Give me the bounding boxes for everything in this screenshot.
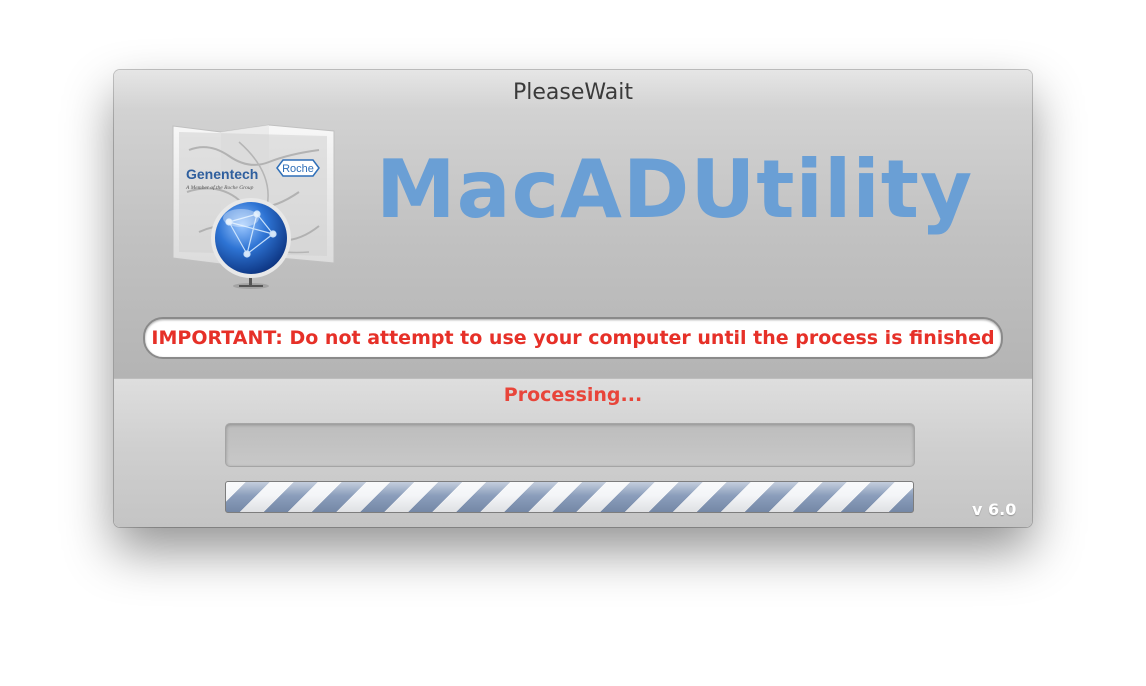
svg-text:Roche: Roche [282, 163, 314, 175]
important-warning-banner: IMPORTANT: Do not attempt to use your co… [143, 317, 1003, 359]
app-name-title: MacADUtility [376, 143, 974, 236]
window-title: PleaseWait [513, 80, 633, 105]
svg-text:Genentech: Genentech [186, 166, 258, 182]
status-label: Processing... [503, 384, 643, 406]
status-detail-field [225, 423, 915, 467]
svg-text:A Member of the Roche Group: A Member of the Roche Group [185, 184, 254, 191]
version-label: v 6.0 [972, 500, 1017, 519]
indeterminate-progress-bar [225, 481, 914, 513]
network-globe-map-icon: Genentech A Member of the Roche Group Ro… [169, 122, 339, 297]
please-wait-window: PleaseWait Genentech A Member of the Roc… [114, 70, 1032, 527]
